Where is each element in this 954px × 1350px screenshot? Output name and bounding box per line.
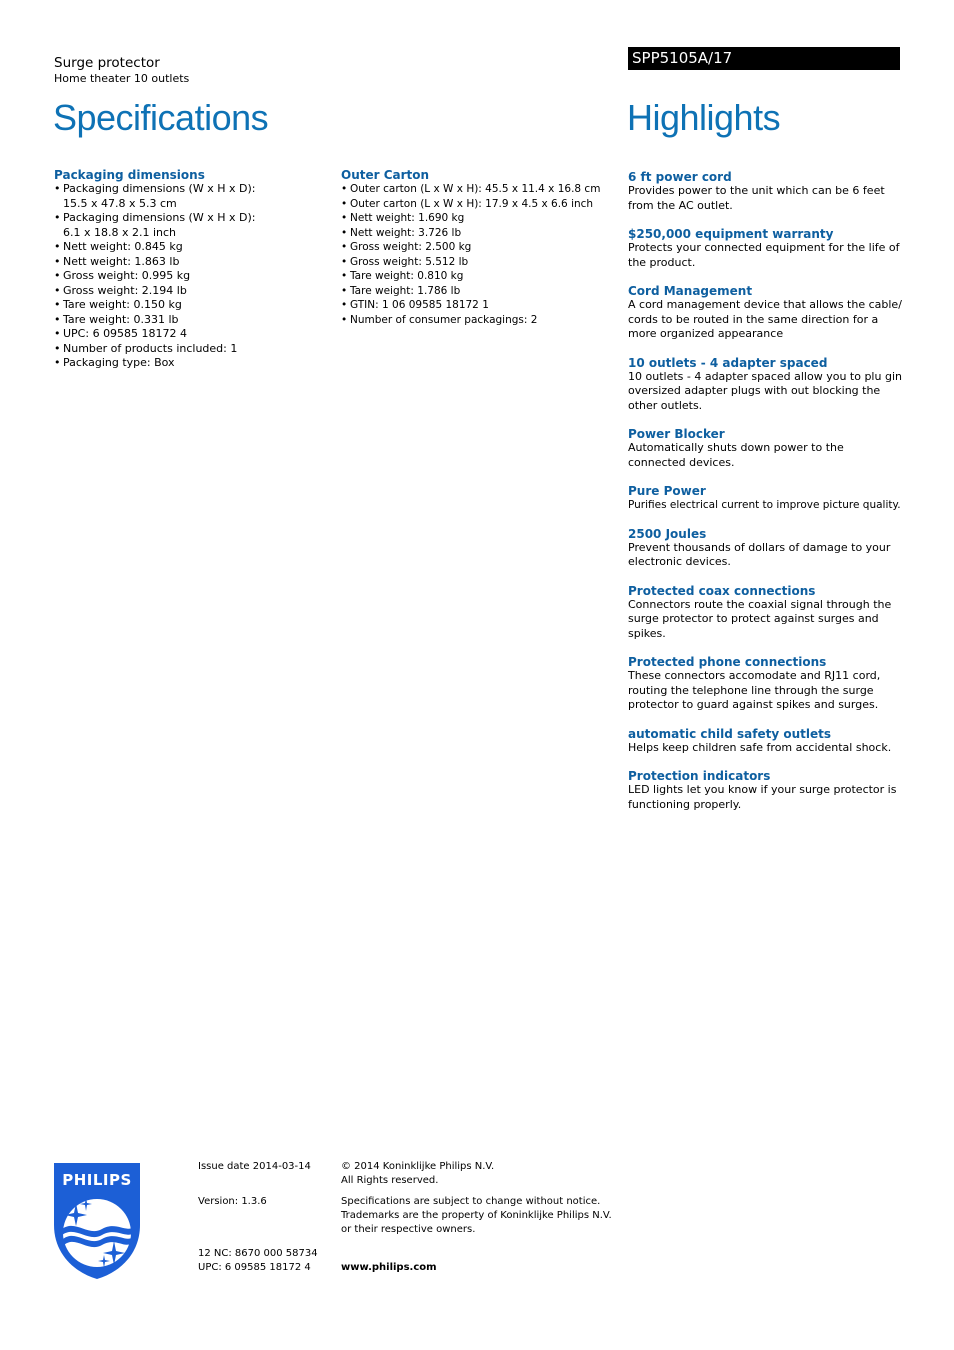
spec-item: GTIN: 1 06 09585 18172 1 bbox=[341, 298, 621, 313]
highlight-item: 6 ft power cord Provides power to the uni… bbox=[628, 170, 903, 213]
highlight-item: $250,000 equipment warranty Protects your… bbox=[628, 227, 903, 270]
spec-item: Number of consumer packagings: 2 bbox=[341, 313, 621, 328]
highlight-item: Pure Power Purifies electrical current to… bbox=[628, 484, 903, 513]
spec-item: Nett weight: 3.726 lb bbox=[341, 226, 621, 241]
highlight-item: Protection indicators LED lights let you … bbox=[628, 769, 903, 812]
spec-item: Outer carton (L x W x H): 45.5 x 11.4 x … bbox=[341, 182, 621, 197]
logo-wordmark: PHILIPS bbox=[62, 1171, 132, 1189]
spec-item: Nett weight: 1.690 kg bbox=[341, 211, 621, 226]
disclaimer-line: Specifications are subject to change wit… bbox=[341, 1196, 601, 1207]
spec-item: UPC: 6 09585 18172 4 bbox=[54, 327, 334, 342]
spec-item: Gross weight: 0.995 kg bbox=[54, 269, 334, 284]
spec-list: Packaging dimensions (W x H x D): 15.5 x… bbox=[54, 182, 334, 371]
highlight-item: Protected coax connections Connectors rou… bbox=[628, 584, 903, 642]
highlights-list: 6 ft power cord Provides power to the uni… bbox=[628, 170, 903, 826]
spec-item: Gross weight: 2.194 lb bbox=[54, 284, 334, 299]
specifications-title: Specifications bbox=[53, 97, 269, 138]
product-subtitle: Home theater 10 outlets bbox=[54, 72, 190, 85]
product-name: Surge protector bbox=[54, 55, 160, 71]
spec-item: Tare weight: 0.331 lb bbox=[54, 313, 334, 328]
highlight-text: A cord management device that allows the… bbox=[628, 298, 902, 340]
highlight-text: Connectors route the coaxial signal thro… bbox=[628, 597, 892, 640]
highlight-text: Purifies electrical current to improve p… bbox=[628, 499, 901, 511]
spec-item: Number of products included: 1 bbox=[54, 342, 334, 357]
highlight-text: These connectors accomodate and RJ11 cor… bbox=[628, 669, 881, 711]
spec-item: Nett weight: 1.863 lb bbox=[54, 255, 334, 270]
highlight-item: 2500 Joules Prevent thousands of dollars … bbox=[628, 527, 903, 570]
highlights-title: Highlights bbox=[627, 97, 781, 138]
spec-item: Nett weight: 0.845 kg bbox=[54, 240, 334, 255]
spec-item: Outer carton (L x W x H): 17.9 x 4.5 x 6… bbox=[341, 197, 621, 212]
section-heading: Packaging dimensions bbox=[54, 168, 205, 182]
disclaimer-line: or their respective owners. bbox=[341, 1224, 476, 1235]
highlight-text: Provides power to the unit which can be … bbox=[628, 184, 885, 212]
packaging-dimensions-section: Packaging dimensions Packaging dimension… bbox=[54, 168, 334, 371]
outer-carton-section: Outer Carton Outer carton (L x W x H): 4… bbox=[341, 168, 621, 327]
highlight-item: automatic child safety outlets Helps keep… bbox=[628, 727, 903, 756]
section-heading: Outer Carton bbox=[341, 168, 430, 182]
disclaimer-line: Trademarks are the property of Koninklij… bbox=[341, 1210, 612, 1221]
spec-item: Packaging dimensions (W x H x D): 15.5 x… bbox=[54, 182, 258, 211]
spec-item: Packaging type: Box bbox=[54, 356, 334, 371]
highlight-text: Helps keep children safe from accidental… bbox=[628, 740, 892, 754]
spec-item: Tare weight: 1.786 lb bbox=[341, 284, 621, 299]
highlight-title: Power Blocker bbox=[628, 427, 725, 441]
highlight-title: $250,000 equipment warranty bbox=[628, 227, 834, 241]
copyright-line: © 2014 Koninklijke Philips N.V. bbox=[341, 1161, 495, 1172]
spec-item: Tare weight: 0.150 kg bbox=[54, 298, 334, 313]
highlight-title: Cord Management bbox=[628, 284, 753, 298]
spec-item: Packaging dimensions (W x H x D): 6.1 x … bbox=[54, 211, 258, 240]
highlight-text: 10 outlets - 4 adapter spaced allow you … bbox=[628, 369, 902, 412]
highlight-item: Power Blocker Automatically shuts down po… bbox=[628, 427, 903, 470]
copyright: © 2014 Koninklijke Philips N.V. All Righ… bbox=[341, 1160, 641, 1188]
spec-item: Gross weight: 5.512 lb bbox=[341, 255, 621, 270]
highlight-title: 6 ft power cord bbox=[628, 170, 732, 184]
highlight-text: Automatically shuts down power to the co… bbox=[628, 441, 844, 469]
spec-list: Outer carton (L x W x H): 45.5 x 11.4 x … bbox=[341, 182, 621, 327]
footer-upc: UPC: 6 09585 18172 4 bbox=[198, 1262, 311, 1273]
highlight-title: 10 outlets - 4 adapter spaced bbox=[628, 355, 828, 370]
highlight-title: 2500 Joules bbox=[628, 526, 707, 541]
website-link[interactable]: www.philips.com bbox=[341, 1261, 437, 1275]
philips-logo: PHILIPS bbox=[54, 1163, 140, 1279]
disclaimer: Specifications are subject to change wit… bbox=[341, 1195, 641, 1237]
highlight-item: Protected phone connections These connect… bbox=[628, 655, 903, 713]
copyright-line: All Rights reserved. bbox=[341, 1175, 439, 1186]
highlight-text: Protects your connected equipment for th… bbox=[628, 241, 900, 269]
model-number-bar: SPP5105A/17 bbox=[628, 47, 900, 70]
highlight-title: automatic child safety outlets bbox=[628, 726, 832, 741]
spec-item: Gross weight: 2.500 kg bbox=[341, 240, 621, 255]
highlight-item: Cord Management A cord management device … bbox=[628, 284, 903, 342]
spec-item: Tare weight: 0.810 kg bbox=[341, 269, 621, 284]
version: Version: 1.3.6 bbox=[198, 1196, 267, 1207]
twelve-nc: 12 NC: 8670 000 58734 bbox=[198, 1248, 318, 1259]
highlight-item: 10 outlets - 4 adapter spaced 10 outlets … bbox=[628, 356, 903, 414]
highlight-title: Protected phone connections bbox=[628, 655, 827, 669]
highlight-text: LED lights let you know if your surge pr… bbox=[628, 783, 897, 811]
highlight-title: Protection indicators bbox=[628, 769, 771, 783]
highlight-text: Prevent thousands of dollars of damage t… bbox=[628, 540, 891, 569]
highlight-title: Protected coax connections bbox=[628, 583, 816, 598]
issue-date: Issue date 2014-03-14 bbox=[198, 1161, 311, 1172]
highlight-title: Pure Power bbox=[628, 484, 706, 498]
